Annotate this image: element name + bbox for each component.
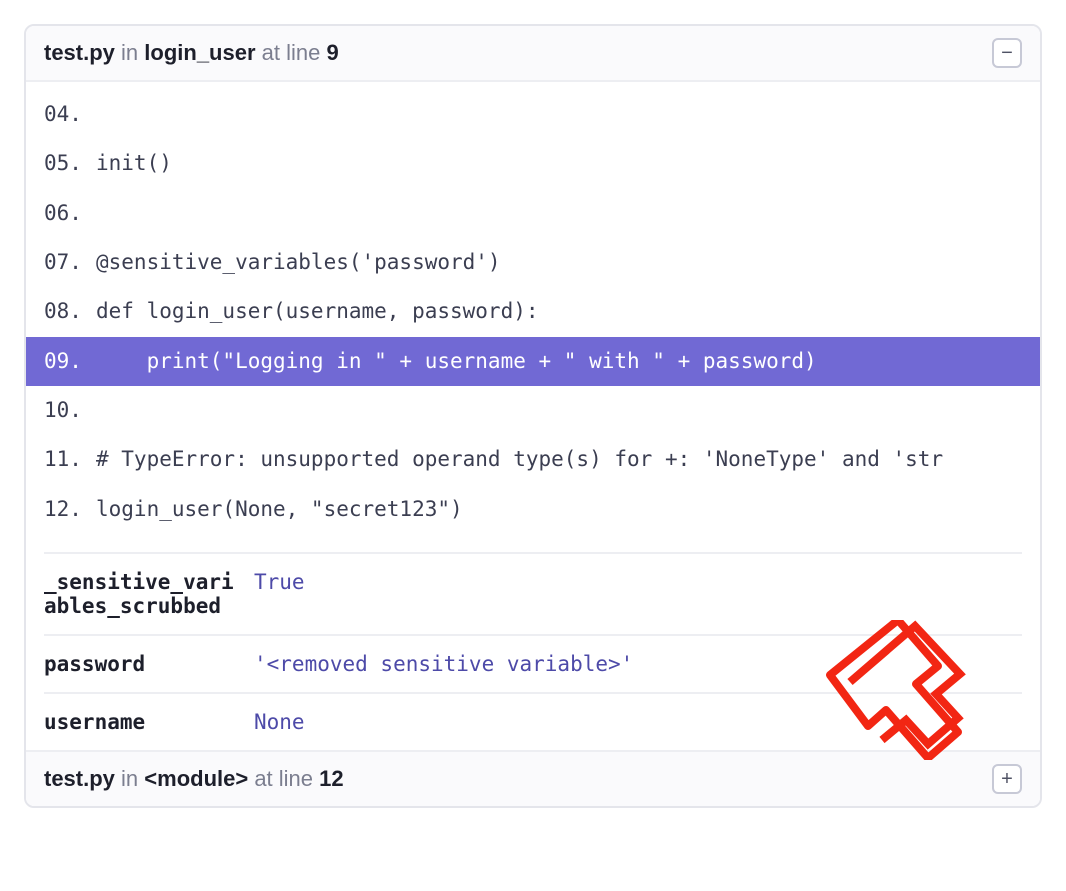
line-content: login_user(None, "secret123"): [96, 485, 463, 534]
code-line: 08. def login_user(username, password):: [26, 287, 1040, 336]
minus-icon: −: [1001, 43, 1013, 63]
variables-section: _sensitive_variables_scrubbedTruepasswor…: [26, 542, 1040, 750]
frame-line: 9: [326, 40, 338, 65]
frame-header-top[interactable]: test.py in login_user at line 9 −: [26, 26, 1040, 82]
line-number: 11.: [44, 435, 96, 484]
plus-icon: +: [1001, 769, 1013, 789]
code-line: 11. # TypeError: unsupported operand typ…: [26, 435, 1040, 484]
frame-func: login_user: [144, 40, 255, 65]
variable-value: '<removed sensitive variable>': [254, 652, 633, 676]
frame-file: test.py: [44, 40, 115, 65]
frame-in-word: in: [115, 766, 144, 791]
variable-name: username: [44, 710, 254, 734]
frame-func: <module>: [144, 766, 248, 791]
expand-button[interactable]: +: [992, 764, 1022, 794]
frame-in-word: in: [115, 40, 144, 65]
line-content: def login_user(username, password):: [96, 287, 539, 336]
frame-file: test.py: [44, 766, 115, 791]
code-line-highlighted: 09. print("Logging in " + username + " w…: [26, 337, 1040, 386]
line-content: @sensitive_variables('password'): [96, 238, 501, 287]
frame-title: test.py in <module> at line 12: [44, 766, 344, 792]
frame-at-line-word: at line: [256, 40, 327, 65]
code-line: 06.: [26, 189, 1040, 238]
line-number: 06.: [44, 189, 96, 238]
frame-title: test.py in login_user at line 9: [44, 40, 339, 66]
variable-row: password'<removed sensitive variable>': [44, 634, 1022, 692]
variable-row: usernameNone: [44, 692, 1022, 750]
collapse-button[interactable]: −: [992, 38, 1022, 68]
frame-line: 12: [319, 766, 343, 791]
variable-row: _sensitive_variables_scrubbedTrue: [44, 552, 1022, 634]
line-number: 04.: [44, 90, 96, 139]
frame-at-line-word: at line: [248, 766, 319, 791]
code-line: 05. init(): [26, 139, 1040, 188]
variable-value: True: [254, 570, 305, 618]
variable-value: None: [254, 710, 305, 734]
code-block: 04. 05. init()06. 07. @sensitive_variabl…: [26, 82, 1040, 542]
variable-name: password: [44, 652, 254, 676]
code-line: 12. login_user(None, "secret123"): [26, 485, 1040, 534]
line-number: 10.: [44, 386, 96, 435]
line-content: print("Logging in " + username + " with …: [96, 337, 817, 386]
variable-name: _sensitive_variables_scrubbed: [44, 570, 254, 618]
code-line: 10.: [26, 386, 1040, 435]
frame-header-bottom[interactable]: test.py in <module> at line 12 +: [26, 750, 1040, 806]
line-number: 05.: [44, 139, 96, 188]
line-content: init(): [96, 139, 172, 188]
code-line: 07. @sensitive_variables('password'): [26, 238, 1040, 287]
code-line: 04.: [26, 90, 1040, 139]
line-number: 07.: [44, 238, 96, 287]
line-content: # TypeError: unsupported operand type(s)…: [96, 435, 943, 484]
line-number: 09.: [44, 337, 96, 386]
stack-frame-panel: test.py in login_user at line 9 − 04. 05…: [24, 24, 1042, 808]
line-number: 08.: [44, 287, 96, 336]
line-number: 12.: [44, 485, 96, 534]
